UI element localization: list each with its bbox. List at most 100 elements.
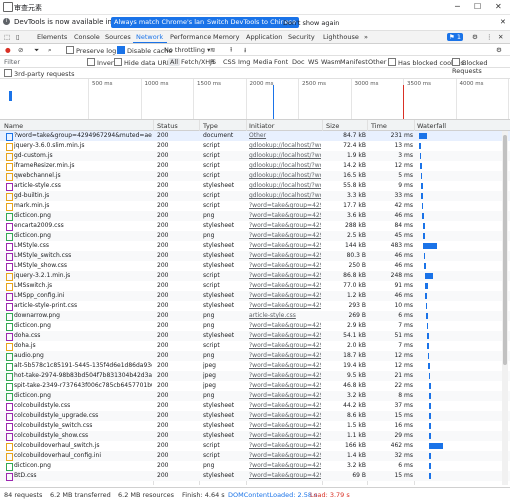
type-filter-ws[interactable]: WS [308, 58, 319, 66]
cell-initiator[interactable]: ?word=take&group=4294... [249, 462, 321, 469]
tab-memory[interactable]: Memory [213, 33, 239, 41]
col-size[interactable]: Size [326, 122, 339, 130]
col-initiator[interactable]: Initiator [249, 122, 274, 130]
cell-initiator[interactable]: ?word=take&group=4294... [249, 412, 321, 419]
filter-input[interactable]: Filter [4, 58, 82, 66]
type-filter-js[interactable]: JS [210, 58, 216, 66]
table-row[interactable]: colcobuildstyle_show.css 200 stylesheet ?wo… [0, 431, 510, 441]
cell-initiator[interactable]: ?word=take&group=4294... [249, 252, 321, 259]
col-name[interactable]: Name [4, 122, 23, 130]
timeline-overview[interactable]: 500 ms 1000 ms 1500 ms 2000 ms 2500 ms 3000 m… [0, 79, 510, 120]
clear-icon[interactable]: ⊘ [18, 46, 23, 54]
table-row[interactable]: dicticon.png 200 png ?word=take&group=4294.… [0, 231, 510, 241]
network-conditions-icon[interactable]: ≋ [210, 46, 215, 54]
infobar-close-icon[interactable]: ✕ [500, 18, 506, 26]
cell-initiator[interactable]: ?word=take&group=4294... [249, 362, 321, 369]
preserve-log-checkbox[interactable]: Preserve log [66, 46, 116, 55]
table-row[interactable]: encarta2009.css 200 stylesheet ?word=take&g… [0, 221, 510, 231]
tab-sources[interactable]: Sources [105, 33, 131, 41]
filter-icon[interactable]: ⏷ [34, 46, 39, 55]
more-options-icon[interactable]: ⋮ [486, 33, 493, 41]
cell-initiator[interactable]: ?word=take&group=4294... [249, 262, 321, 269]
cell-initiator[interactable]: ?word=take&group=4294... [249, 442, 321, 449]
type-filter-media[interactable]: Media [253, 58, 273, 66]
table-row[interactable]: dicticon.png 200 png ?word=take&group=4294.… [0, 321, 510, 331]
table-row[interactable]: doha.js 200 script ?word=take&group=4294...… [0, 341, 510, 351]
hide-data-urls-checkbox[interactable]: Hide data URLs [114, 58, 174, 67]
cell-initiator[interactable]: ?word=take&group=4294... [249, 202, 321, 209]
table-row[interactable]: dicticon.png 200 png ?word=take&group=4294.… [0, 461, 510, 471]
dont-show-again-button[interactable]: Don't show again [283, 19, 339, 27]
table-row[interactable]: alt-5b578c1c85191-5445-135f4d6e1d86da93d… [0, 361, 510, 371]
cell-initiator[interactable]: ?word=take&group=4294... [249, 222, 321, 229]
type-filter-doc[interactable]: Doc [292, 58, 305, 66]
type-filter-css[interactable]: CSS [223, 58, 236, 66]
col-waterfall[interactable]: Waterfall [417, 122, 446, 130]
inspect-icon[interactable]: ⬚ [4, 33, 10, 41]
cell-initiator[interactable]: ?word=take&group=4294... [249, 402, 321, 409]
type-filter-wasm[interactable]: Wasm [321, 58, 341, 66]
table-row[interactable]: article-style.css 200 stylesheet gdlookup:/… [0, 181, 510, 191]
tab-lighthouse[interactable]: Lighthouse [323, 33, 359, 41]
network-settings-icon[interactable]: ⚙ [496, 46, 502, 54]
tab-application[interactable]: Application [246, 33, 282, 41]
more-tabs-icon[interactable]: » [364, 33, 368, 41]
type-filter-img[interactable]: Img [238, 58, 250, 66]
cell-initiator[interactable]: ?word=take&group=4294... [249, 272, 321, 279]
table-row[interactable]: dicticon.png 200 png ?word=take&group=4294.… [0, 211, 510, 221]
cell-initiator[interactable]: ?word=take&group=4294... [249, 242, 321, 249]
maximize-icon[interactable]: ☐ [474, 2, 481, 11]
table-row[interactable]: LMSswitch.js 200 script ?word=take&group=42… [0, 281, 510, 291]
cell-initiator[interactable]: ?word=take&group=4294... [249, 472, 321, 479]
table-row[interactable]: doha.css 200 stylesheet ?word=take&group=42… [0, 331, 510, 341]
table-row[interactable]: qwebchannel.js 200 script gdlookup://localh… [0, 171, 510, 181]
cell-initiator[interactable]: ?word=take&group=4294... [249, 372, 321, 379]
cell-initiator[interactable]: ?word=take&group=4294... [249, 452, 321, 459]
tab-elements[interactable]: Elements [37, 33, 67, 41]
type-filter-other[interactable]: Other [368, 58, 386, 66]
table-row[interactable]: LMStyle.css 200 stylesheet ?word=take&group… [0, 241, 510, 251]
table-row[interactable]: jquery-3.2.1.min.js 200 script ?word=take&g… [0, 271, 510, 281]
table-row[interactable]: LMSpp_config.ini 200 stylesheet ?word=take&… [0, 291, 510, 301]
tab-performance[interactable]: Performance [170, 33, 211, 41]
settings-icon[interactable]: ⚙ [472, 33, 478, 41]
table-row[interactable]: colcobuildoverhaul_switch.js 200 script ?wo… [0, 441, 510, 451]
cell-initiator[interactable]: ?word=take&group=4294... [249, 212, 321, 219]
cell-initiator[interactable]: gdlookup://localhost/?wor... [249, 162, 321, 169]
cell-initiator[interactable]: ?word=take&group=4294... [249, 302, 321, 309]
cell-initiator[interactable]: ?word=take&group=4294... [249, 342, 321, 349]
col-time[interactable]: Time [371, 122, 387, 130]
table-row[interactable]: gd-builtin.js 200 script gdlookup://localho… [0, 191, 510, 201]
cell-initiator[interactable]: gdlookup://localhost/?wor... [249, 182, 321, 189]
tab-network[interactable]: Network [136, 33, 163, 41]
issues-badge[interactable]: ⚑ 1 [447, 33, 464, 41]
cell-initiator[interactable]: ?word=take&group=4294... [249, 382, 321, 389]
table-row[interactable]: LMStyle_switch.css 200 stylesheet ?word=tak… [0, 251, 510, 261]
record-icon[interactable]: ● [5, 46, 11, 54]
tab-security[interactable]: Security [288, 33, 315, 41]
device-toolbar-icon[interactable]: ▯ [16, 33, 20, 41]
cell-initiator[interactable]: ?word=take&group=4294... [249, 432, 321, 439]
cell-initiator[interactable]: gdlookup://localhost/?wor... [249, 142, 321, 149]
throttle-select[interactable]: No throttling ▾ [164, 46, 210, 54]
table-row[interactable]: colcobuildstyle_switch.css 200 stylesheet?… [0, 421, 510, 431]
cell-initiator[interactable]: gdlookup://localhost/?wor... [249, 172, 321, 179]
cell-initiator[interactable]: ?word=take&group=4294... [249, 232, 321, 239]
table-row[interactable]: jquery-3.6.0.slim.min.js 200 script gdlooku… [0, 141, 510, 151]
table-row[interactable]: article-style-print.css 200 stylesheet ?wor… [0, 301, 510, 311]
search-icon[interactable]: ⌕ [48, 46, 52, 55]
cell-initiator[interactable]: ?word=take&group=4294... [249, 392, 321, 399]
cell-initiator[interactable]: Other [249, 132, 321, 139]
table-row[interactable]: mark.min.js 200 script ?word=take&group=429… [0, 201, 510, 211]
table-row[interactable]: audio.png 200 png ?word=take&group=4294... 1… [0, 351, 510, 361]
table-row[interactable]: hot-take-2974-98b83bd504f7b831304b42d3a5… [0, 371, 510, 381]
cell-initiator[interactable]: ?word=take&group=4294... [249, 422, 321, 429]
cell-initiator[interactable]: gdlookup://localhost/?wor... [249, 152, 321, 159]
cell-initiator[interactable]: ?word=take&group=4294... [249, 332, 321, 339]
table-row[interactable]: iframeResizer.min.js 200 script gdlookup://… [0, 161, 510, 171]
cell-initiator[interactable]: ?word=take&group=4294... [249, 282, 321, 289]
col-status[interactable]: Status [157, 122, 178, 130]
cell-initiator[interactable]: gdlookup://localhost/?wor... [249, 192, 321, 199]
cell-initiator[interactable]: ?word=take&group=4294... [249, 352, 321, 359]
type-filter-manifest[interactable]: Manifest [340, 58, 368, 66]
